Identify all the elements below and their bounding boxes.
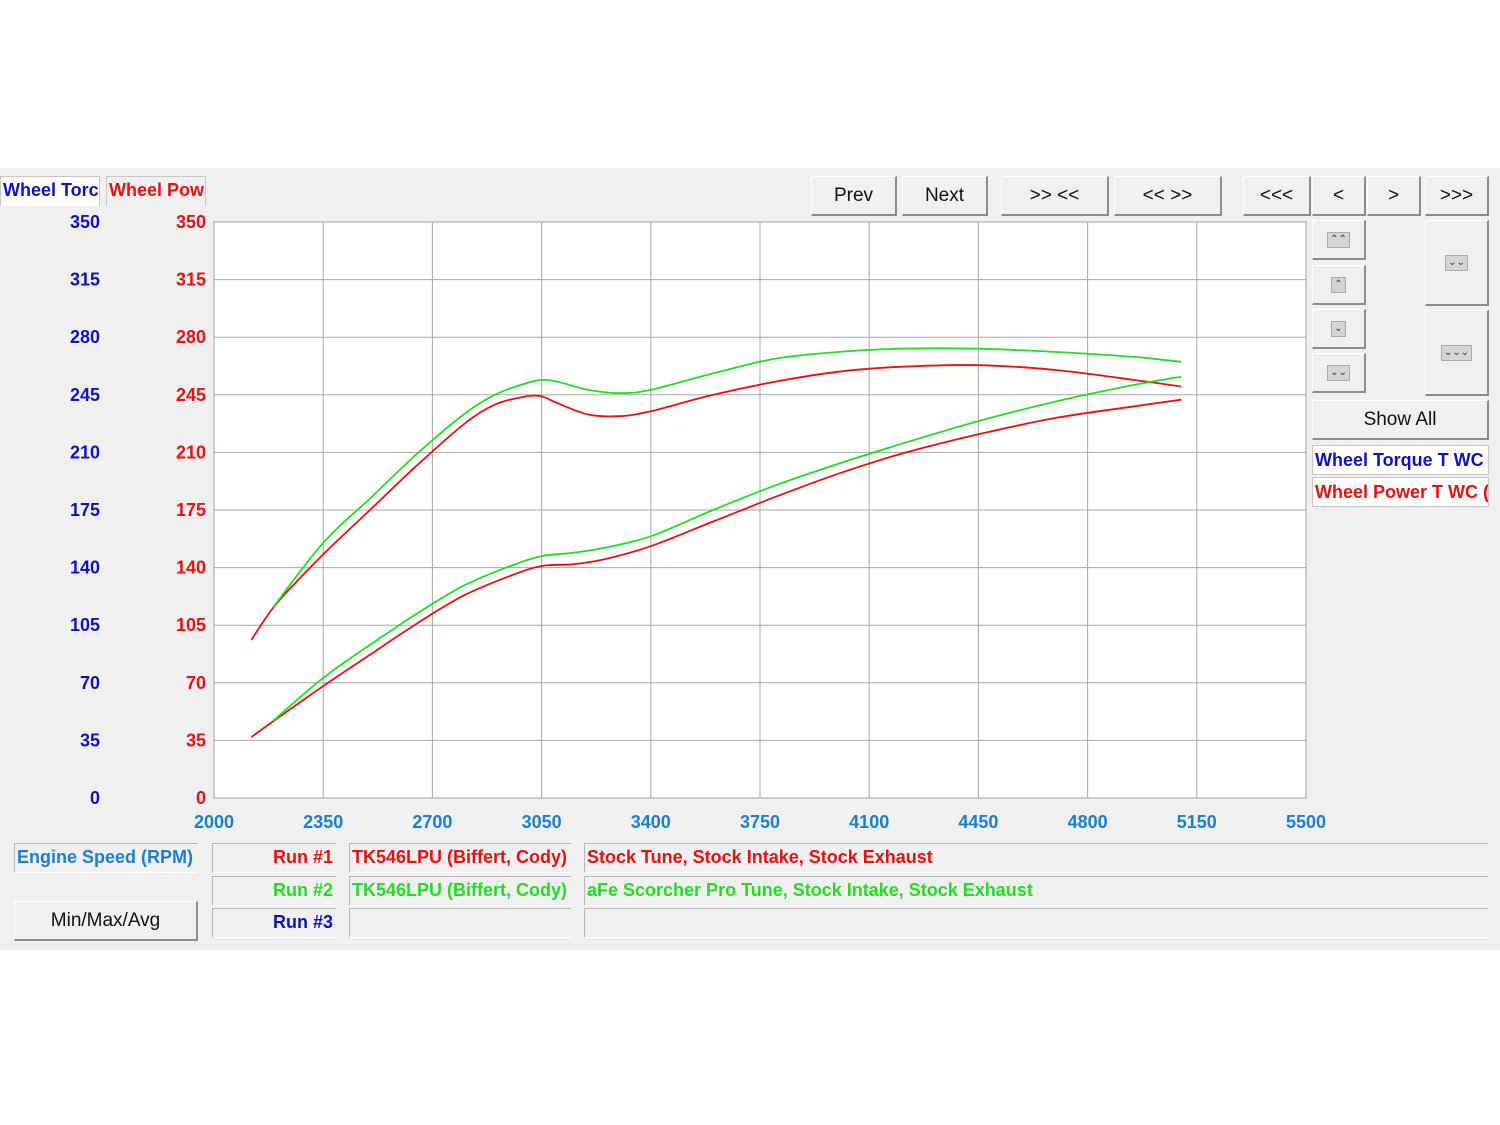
right-axis-tick-label: 350	[176, 212, 206, 232]
left-axis-tick-label: 210	[70, 442, 100, 462]
x-axis-tick-label: 4100	[849, 812, 889, 832]
right-axis-tick-label: 175	[176, 500, 206, 520]
x-axis-tick-label: 3400	[631, 812, 671, 832]
left-axis-tick-label: 315	[70, 270, 100, 290]
run-2-label: Run #2	[212, 876, 336, 906]
run-1-label: Run #1	[212, 843, 336, 873]
right-axis-tick-label: 245	[176, 385, 206, 405]
x-axis-tick-label: 4800	[1068, 812, 1108, 832]
right-axis-tick-label: 280	[176, 327, 206, 347]
x-axis-tick-label: 3050	[522, 812, 562, 832]
x-axis-tick-label: 2700	[412, 812, 452, 832]
right-axis-tick-label: 140	[176, 558, 206, 578]
left-axis-ticks: 0 35 70 105 140 175 210 245 280 315 350	[70, 212, 100, 808]
x-axis-tick-label: 5500	[1286, 812, 1326, 832]
right-axis-tick-label: 315	[176, 270, 206, 290]
left-axis-tick-label: 35	[80, 730, 100, 750]
run-3-description	[584, 908, 1488, 938]
right-axis-tick-label: 70	[186, 673, 206, 693]
x-axis-tick-label: 2350	[303, 812, 343, 832]
x-axis-tick-label: 4450	[958, 812, 998, 832]
run-1-description: Stock Tune, Stock Intake, Stock Exhaust	[584, 843, 1488, 873]
run-2-vehicle: TK546LPU (Biffert, Cody)	[349, 876, 571, 906]
right-axis-tick-label: 0	[196, 788, 206, 808]
run-3-vehicle	[349, 908, 571, 938]
left-axis-tick-label: 0	[90, 788, 100, 808]
dyno-app-window: Wheel Torc Wheel Pow Prev Next >> << << …	[0, 168, 1500, 950]
left-axis-tick-label: 245	[70, 385, 100, 405]
left-axis-tick-label: 70	[80, 673, 100, 693]
x-axis-tick-label: 3750	[740, 812, 780, 832]
right-axis-tick-label: 210	[176, 442, 206, 462]
left-axis-tick-label: 280	[70, 327, 100, 347]
min-max-avg-button[interactable]: Min/Max/Avg	[14, 901, 198, 941]
left-axis-tick-label: 350	[70, 212, 100, 232]
left-axis-tick-label: 175	[70, 500, 100, 520]
x-axis-label[interactable]: Engine Speed (RPM)	[14, 843, 198, 873]
left-axis-tick-label: 105	[70, 615, 100, 635]
run-1-vehicle: TK546LPU (Biffert, Cody)	[349, 843, 571, 873]
x-axis-tick-label: 5150	[1177, 812, 1217, 832]
x-axis-tick-label: 2000	[194, 812, 234, 832]
right-axis-tick-label: 105	[176, 615, 206, 635]
left-axis-tick-label: 140	[70, 558, 100, 578]
dyno-chart: 0 35 70 105 140 175 210 245 280 315 350 0 35 70 105 14…	[70, 212, 1326, 832]
run-2-description: aFe Scorcher Pro Tune, Stock Intake, Sto…	[584, 876, 1488, 906]
x-axis-ticks: 2000 2350 2700 3050 3400 3750 4100 4450 4800 5150…	[194, 812, 1326, 832]
right-axis-tick-label: 35	[186, 730, 206, 750]
right-axis-ticks: 0 35 70 105 140 175 210 245 280 315 350	[176, 212, 206, 808]
run-3-label: Run #3	[212, 908, 336, 938]
